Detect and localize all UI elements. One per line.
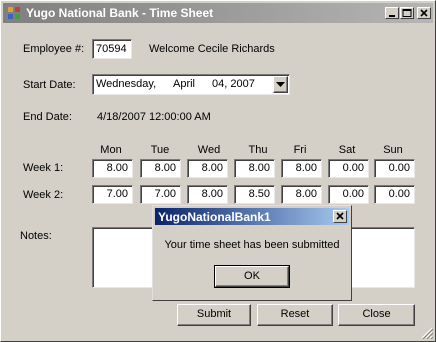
week1-tue-hours[interactable]: 8.00	[140, 159, 181, 178]
week1-wed-hours[interactable]: 8.00	[187, 159, 228, 178]
submitted-dialog: YugoNationalBank1 Your time sheet has be…	[152, 205, 352, 301]
welcome-text: Welcome Cecile Richards	[149, 43, 275, 55]
start-weekday: Wednesday,	[96, 78, 157, 90]
week2-label: Week 2:	[23, 189, 64, 201]
week1-mon-hours[interactable]: 8.00	[92, 159, 133, 178]
close-button[interactable]: Close	[338, 304, 415, 326]
employee-label: Employee #:	[23, 43, 85, 55]
close-icon	[420, 9, 428, 17]
week2-fri-hours[interactable]: 8.00	[281, 185, 322, 204]
start-date-picker[interactable]: Wednesday, April 04, 2007	[92, 74, 290, 95]
week2-wed-hours[interactable]: 8.00	[187, 185, 228, 204]
week1-fri-hours[interactable]: 8.00	[281, 159, 322, 178]
date-dropdown-button[interactable]	[273, 76, 288, 93]
submit-button[interactable]: Submit	[177, 304, 251, 326]
end-date-label: End Date:	[23, 111, 72, 123]
dialog-title: YugoNationalBank1	[158, 210, 271, 224]
week2-sun-hours[interactable]: 0.00	[374, 185, 415, 204]
title-bar[interactable]: Yugo National Bank - Time Sheet	[3, 3, 433, 23]
dialog-close-button[interactable]	[333, 210, 347, 223]
day-header-thu: Thu	[248, 144, 268, 156]
employee-number-input[interactable]: 70594	[92, 39, 132, 59]
app-icon	[8, 7, 20, 19]
dialog-title-bar[interactable]: YugoNationalBank1	[155, 208, 349, 225]
day-header-fri: Fri	[293, 144, 307, 156]
week2-thu-hours[interactable]: 8.50	[234, 185, 275, 204]
ok-button[interactable]: OK	[214, 265, 290, 288]
reset-button[interactable]: Reset	[257, 304, 333, 326]
minimize-button[interactable]	[385, 7, 399, 19]
close-window-button[interactable]	[417, 7, 431, 19]
maximize-button[interactable]	[400, 7, 414, 19]
employee-number-value: 70594	[96, 43, 127, 55]
maximize-icon	[402, 9, 412, 17]
notes-label: Notes:	[20, 230, 52, 242]
week2-mon-hours[interactable]: 7.00	[92, 185, 133, 204]
week1-sun-hours[interactable]: 0.00	[374, 159, 415, 178]
window-title: Yugo National Bank - Time Sheet	[26, 6, 214, 20]
week1-label: Week 1:	[23, 162, 64, 174]
day-header-tue: Tue	[150, 144, 170, 156]
start-day-year: 04, 2007	[212, 78, 255, 90]
day-header-mon: Mon	[100, 144, 122, 156]
start-date-label: Start Date:	[23, 79, 76, 91]
close-icon	[336, 212, 344, 220]
day-header-wed: Wed	[197, 144, 221, 156]
week1-sat-hours[interactable]: 0.00	[328, 159, 369, 178]
start-month: April	[173, 78, 196, 90]
week2-sat-hours[interactable]: 0.00	[328, 185, 369, 204]
week2-tue-hours[interactable]: 7.00	[140, 185, 181, 204]
day-header-sat: Sat	[338, 144, 356, 156]
minimize-icon	[389, 15, 395, 17]
dialog-message: Your time sheet has been submitted	[164, 239, 340, 251]
chevron-down-icon	[276, 82, 285, 87]
resize-grip-icon[interactable]	[421, 327, 433, 339]
week1-thu-hours[interactable]: 8.00	[234, 159, 275, 178]
end-date-value: 4/18/2007 12:00:00 AM	[97, 111, 211, 123]
day-header-sun: Sun	[383, 144, 403, 156]
